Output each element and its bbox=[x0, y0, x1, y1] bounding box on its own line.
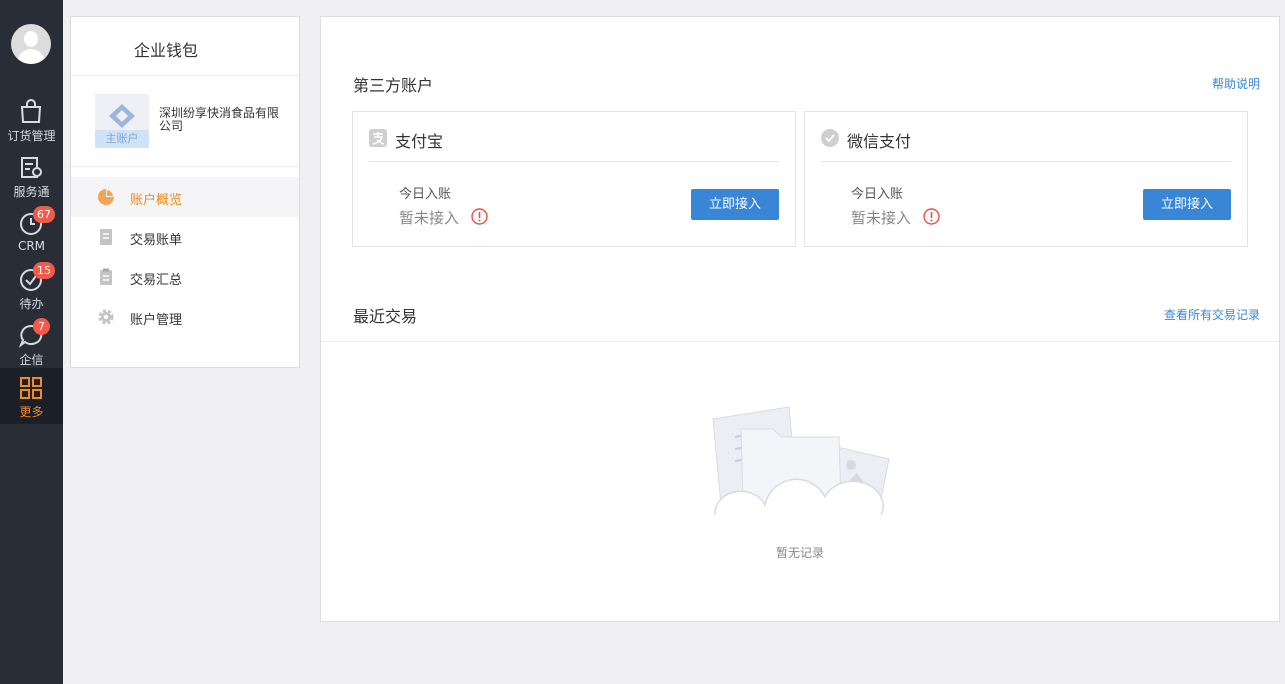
company-logo-icon bbox=[109, 104, 135, 128]
avatar-body bbox=[17, 49, 45, 64]
divider bbox=[71, 75, 299, 76]
today-income-label: 今日入账 bbox=[399, 187, 452, 202]
avatar-head bbox=[24, 31, 38, 47]
divider bbox=[369, 161, 779, 162]
notification-badge: 67 bbox=[33, 206, 55, 223]
main-account-tag: 主账户 bbox=[95, 130, 149, 148]
shopping-bag-icon bbox=[20, 99, 42, 123]
menu-label: 交易汇总 bbox=[130, 273, 183, 288]
nav-label: CRM bbox=[17, 239, 46, 253]
nav-item-service[interactable]: 服务通 bbox=[0, 148, 63, 204]
empty-records-text: 暂无记录 bbox=[775, 546, 824, 560]
nav-label: 更多 bbox=[19, 405, 44, 419]
alipay-card: 支付宝 今日入账 暂未接入 立即接入 bbox=[352, 111, 796, 247]
menu-item-transaction-bill[interactable]: 交易账单 bbox=[71, 217, 299, 257]
company-name: 深圳纷享快消食品有限公司 bbox=[159, 106, 280, 133]
wallet-side-panel: 企业钱包 主账户 深圳纷享快消食品有限公司 账户概览 交易账单 交易汇总 账户管… bbox=[70, 16, 300, 368]
alipay-title: 支付宝 bbox=[395, 132, 444, 151]
today-income-label: 今日入账 bbox=[851, 187, 904, 202]
nav-item-more[interactable]: 更多 bbox=[0, 368, 63, 424]
company-logo: 主账户 bbox=[95, 94, 149, 148]
divider bbox=[821, 161, 1231, 162]
pie-chart-icon bbox=[98, 189, 114, 205]
grid-icon bbox=[20, 377, 42, 399]
alipay-icon bbox=[369, 129, 387, 147]
warning-icon bbox=[923, 208, 940, 225]
nav-item-messages[interactable]: 7 企信 bbox=[0, 316, 63, 372]
warning-icon bbox=[471, 208, 488, 225]
divider bbox=[71, 166, 299, 167]
service-doc-icon bbox=[21, 157, 42, 178]
notification-badge: 7 bbox=[33, 318, 50, 335]
view-all-transactions-link[interactable]: 查看所有交易记录 bbox=[1164, 306, 1260, 323]
nav-item-crm[interactable]: 67 CRM bbox=[0, 204, 63, 260]
menu-label: 账户概览 bbox=[130, 193, 183, 208]
connection-status: 暂未接入 bbox=[851, 209, 912, 227]
menu-item-account-overview[interactable]: 账户概览 bbox=[71, 177, 299, 217]
nav-label: 服务通 bbox=[13, 185, 50, 199]
connection-status: 暂未接入 bbox=[399, 209, 460, 227]
menu-label: 交易账单 bbox=[130, 233, 183, 248]
nav-item-todo[interactable]: 15 待办 bbox=[0, 260, 63, 316]
nav-label: 待办 bbox=[19, 297, 44, 311]
recent-transactions-title: 最近交易 bbox=[353, 307, 418, 326]
gear-icon bbox=[98, 309, 114, 325]
main-nav: 订货管理 服务通 67 CRM 15 待办 7 企信 更多 bbox=[0, 0, 63, 684]
nav-label: 订货管理 bbox=[7, 129, 56, 143]
menu-item-account-management[interactable]: 账户管理 bbox=[71, 297, 299, 337]
empty-records-illustration bbox=[712, 406, 890, 515]
nav-label: 企信 bbox=[19, 353, 44, 367]
nav-item-order-management[interactable]: 订货管理 bbox=[0, 92, 63, 148]
help-link[interactable]: 帮助说明 bbox=[1212, 75, 1260, 92]
wechat-pay-card: 微信支付 今日入账 暂未接入 立即接入 bbox=[804, 111, 1248, 247]
connect-alipay-button[interactable]: 立即接入 bbox=[691, 189, 779, 220]
wechat-pay-icon bbox=[821, 129, 839, 147]
connect-wechat-pay-button[interactable]: 立即接入 bbox=[1143, 189, 1231, 220]
clipboard-icon bbox=[100, 268, 112, 285]
menu-label: 账户管理 bbox=[130, 313, 183, 328]
notification-badge: 15 bbox=[33, 262, 55, 279]
main-content: 第三方账户 帮助说明 支付宝 今日入账 暂未接入 立即接入 微信支付 今日入账 … bbox=[320, 16, 1280, 622]
bill-icon bbox=[100, 229, 112, 245]
wechat-pay-title: 微信支付 bbox=[847, 132, 912, 151]
menu-item-transaction-summary[interactable]: 交易汇总 bbox=[71, 257, 299, 297]
third-party-title: 第三方账户 bbox=[353, 76, 434, 95]
user-avatar[interactable] bbox=[11, 24, 51, 64]
wallet-title: 企业钱包 bbox=[134, 41, 199, 60]
divider bbox=[321, 341, 1279, 342]
